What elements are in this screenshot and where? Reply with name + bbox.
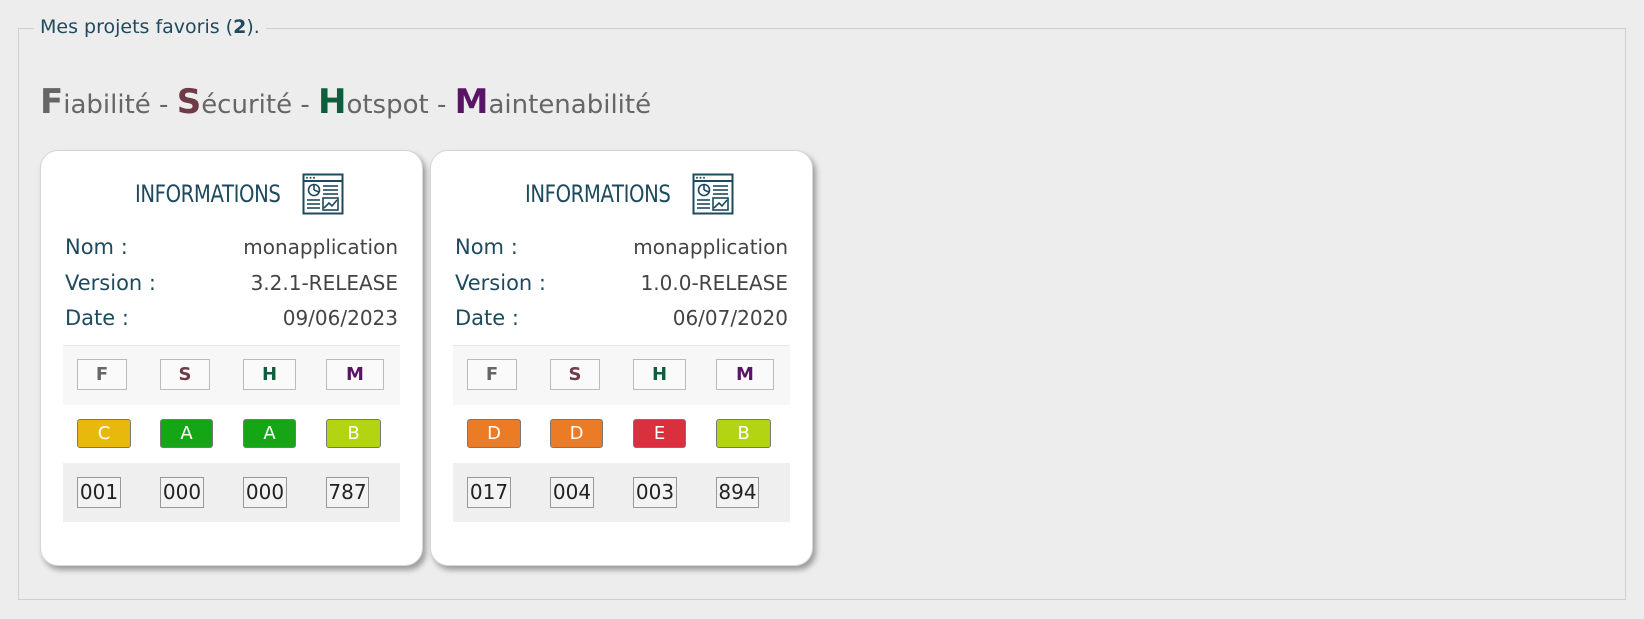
date-row: Date : 09/06/2023 [65, 306, 398, 336]
card-title: INFORMATIONS [431, 173, 812, 215]
project-card[interactable]: INFORMATIONS Nom : monapplication Version :… [40, 150, 423, 566]
issue-count: 017 [467, 477, 511, 508]
dashboard-document-icon [692, 173, 734, 215]
metric-header-m: M [326, 359, 384, 390]
favorite-count: 2 [233, 16, 247, 38]
rating-badge: B [326, 419, 381, 448]
legend-maintenabilite: Maintenabilité [454, 82, 652, 122]
project-card[interactable]: INFORMATIONS Nom : monapplication Version :… [430, 150, 813, 566]
project-name: monapplication [633, 235, 788, 259]
metric-header-f: F [77, 359, 127, 390]
favorites-legend: Mes projets favoris (2). [34, 16, 266, 38]
legend-fiabilite: Fiabilité [40, 82, 151, 122]
metric-header-s: S [550, 359, 600, 390]
issue-count: 001 [77, 477, 121, 508]
date-label: Date : [65, 306, 129, 330]
project-version: 1.0.0-RELEASE [640, 271, 788, 295]
rating-badge: C [77, 419, 131, 448]
metrics-legend: Fiabilité - Sécurité - Hotspot - Mainten… [40, 82, 652, 122]
project-version: 3.2.1-RELEASE [250, 271, 398, 295]
metric-header-f: F [467, 359, 517, 390]
rating-badge: A [160, 419, 213, 448]
name-row: Nom : monapplication [65, 235, 398, 265]
issue-count: 000 [243, 477, 287, 508]
legend-hotspot: Hotspot [317, 82, 429, 122]
name-row: Nom : monapplication [455, 235, 788, 265]
rating-badge: E [633, 419, 686, 448]
metric-header-h: H [243, 359, 296, 390]
metrics-table: F D 017 S D 004 H E 003 M B 894 [453, 345, 790, 522]
version-row: Version : 3.2.1-RELEASE [65, 271, 398, 301]
issue-count: 787 [326, 477, 369, 508]
name-label: Nom : [65, 235, 128, 259]
rating-badge: D [467, 419, 521, 448]
issue-count: 000 [160, 477, 204, 508]
date-label: Date : [455, 306, 519, 330]
project-name: monapplication [243, 235, 398, 259]
metrics-table: F C 001 S A 000 H A 000 M B 787 [63, 345, 400, 522]
rating-badge: B [716, 419, 771, 448]
rating-badge: A [243, 419, 296, 448]
metric-header-m: M [716, 359, 774, 390]
metric-header-h: H [633, 359, 686, 390]
issue-count: 003 [633, 477, 677, 508]
project-date: 09/06/2023 [282, 306, 398, 330]
name-label: Nom : [455, 235, 518, 259]
metric-header-s: S [160, 359, 210, 390]
rating-badge: D [550, 419, 603, 448]
legend-securite: Sécurité [176, 82, 293, 122]
date-row: Date : 06/07/2020 [455, 306, 788, 336]
dashboard-document-icon [302, 173, 344, 215]
issue-count: 894 [716, 477, 759, 508]
issue-count: 004 [550, 477, 594, 508]
card-title: INFORMATIONS [41, 173, 422, 215]
version-label: Version : [65, 271, 156, 295]
version-label: Version : [455, 271, 546, 295]
project-date: 06/07/2020 [672, 306, 788, 330]
version-row: Version : 1.0.0-RELEASE [455, 271, 788, 301]
